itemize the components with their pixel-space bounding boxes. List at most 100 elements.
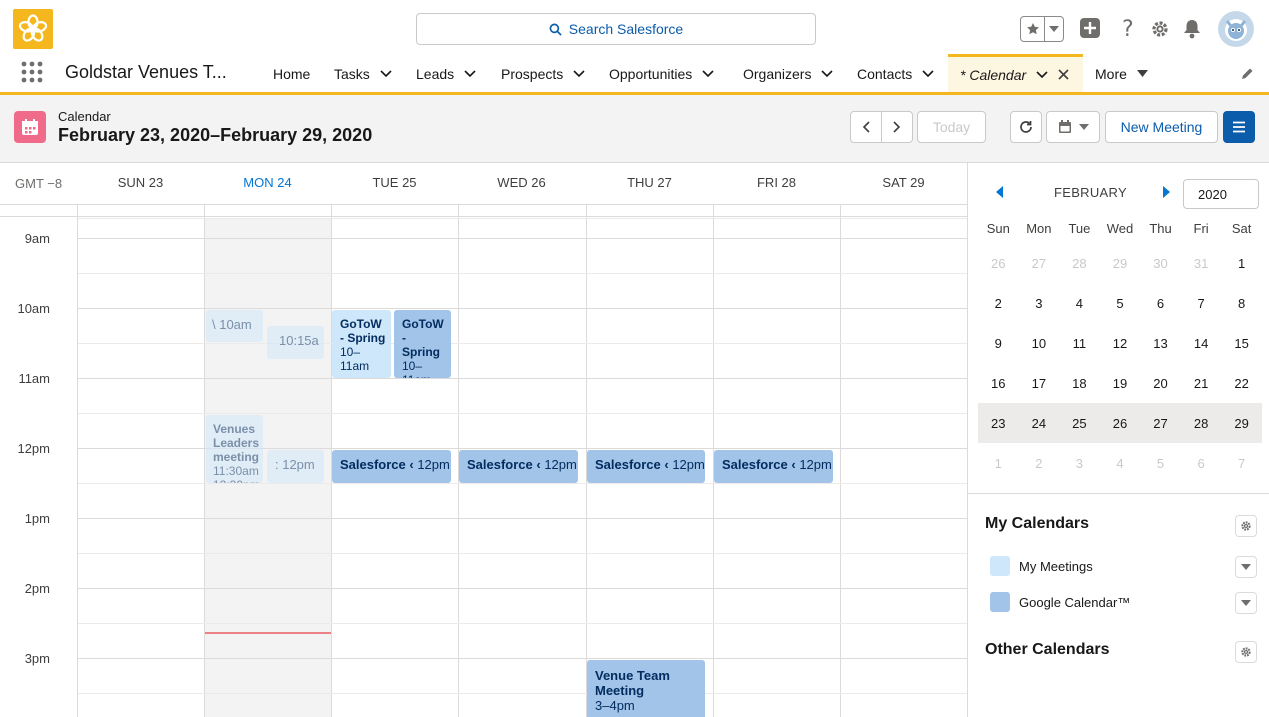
calendar-list-item[interactable]: Google Calendar™ — [990, 592, 1130, 612]
chevron-down-icon[interactable] — [1036, 70, 1048, 79]
gear-icon[interactable] — [1150, 19, 1170, 44]
calendar-event[interactable]: Salesforce ‹ 12pm — [587, 450, 705, 483]
app-launcher-icon[interactable] — [21, 61, 43, 83]
mini-day[interactable]: 26 — [1100, 403, 1141, 443]
mini-day[interactable]: 2 — [978, 283, 1019, 323]
mini-day[interactable]: 18 — [1059, 363, 1100, 403]
mini-day[interactable]: 2 — [1019, 443, 1060, 483]
mini-day[interactable]: 4 — [1100, 443, 1141, 483]
my-calendars-settings-button[interactable] — [1235, 515, 1257, 537]
nav-item-leads[interactable]: Leads — [416, 55, 476, 92]
edit-nav-pencil-icon[interactable] — [1240, 67, 1254, 86]
mini-day[interactable]: 28 — [1059, 243, 1100, 283]
mini-day[interactable]: 6 — [1181, 443, 1222, 483]
mini-day[interactable]: 15 — [1221, 323, 1262, 363]
mini-calendar-year-select[interactable]: 2020 — [1183, 179, 1259, 209]
help-icon[interactable]: ? — [1118, 17, 1138, 44]
mini-day[interactable]: 3 — [1059, 443, 1100, 483]
mini-day[interactable]: 23 — [978, 403, 1019, 443]
mini-day[interactable]: 28 — [1181, 403, 1222, 443]
mini-day[interactable]: 5 — [1100, 283, 1141, 323]
chevron-down-icon[interactable] — [464, 69, 476, 78]
mini-day[interactable]: 5 — [1140, 443, 1181, 483]
all-day-row[interactable] — [0, 205, 967, 217]
calendar-event[interactable]: Salesforce ‹ 12pm — [714, 450, 833, 483]
mini-day[interactable]: 11 — [1059, 323, 1100, 363]
mini-day[interactable]: 29 — [1100, 243, 1141, 283]
chevron-down-icon[interactable] — [702, 69, 714, 78]
chevron-down-icon[interactable] — [1136, 70, 1148, 77]
nav-item-more[interactable]: More — [1095, 55, 1148, 92]
mini-day[interactable]: 3 — [1019, 283, 1060, 323]
nav-item-home[interactable]: Home — [273, 55, 310, 92]
mini-day[interactable]: 12 — [1100, 323, 1141, 363]
calendar-event[interactable]: \ 10am — [206, 310, 263, 342]
mini-day[interactable]: 17 — [1019, 363, 1060, 403]
mini-day[interactable]: 29 — [1221, 403, 1262, 443]
other-calendars-settings-button[interactable] — [1235, 641, 1257, 663]
calendar-event[interactable]: Venue Team Meeting 3–4pm — [587, 660, 705, 717]
calendar-event[interactable]: 10:15a — [267, 326, 324, 359]
mini-day[interactable]: 1 — [978, 443, 1019, 483]
previous-week-button[interactable] — [850, 111, 882, 143]
mini-day[interactable]: 8 — [1221, 283, 1262, 323]
calendar-event[interactable]: GoToW - Spring10–11am — [332, 310, 391, 378]
mini-day[interactable]: 22 — [1221, 363, 1262, 403]
mini-day[interactable]: 6 — [1140, 283, 1181, 323]
close-tab-icon[interactable] — [1058, 69, 1069, 80]
star-icon[interactable] — [1021, 17, 1045, 41]
mini-day[interactable]: 25 — [1059, 403, 1100, 443]
calendar-view-switcher[interactable] — [1046, 111, 1100, 143]
favorites-button[interactable] — [1020, 16, 1064, 42]
new-meeting-button[interactable]: New Meeting — [1105, 111, 1218, 143]
nav-item-calendar[interactable]: * Calendar — [948, 54, 1083, 92]
next-week-button[interactable] — [881, 111, 913, 143]
org-logo[interactable] — [13, 9, 53, 49]
mini-day[interactable]: 20 — [1140, 363, 1181, 403]
nav-item-contacts[interactable]: Contacts — [857, 55, 934, 92]
chevron-down-icon[interactable] — [821, 69, 834, 78]
chevron-down-icon[interactable] — [1045, 17, 1063, 41]
mini-day[interactable]: 31 — [1181, 243, 1222, 283]
mini-day[interactable]: 7 — [1221, 443, 1262, 483]
mini-day[interactable]: 14 — [1181, 323, 1222, 363]
mini-day[interactable]: 16 — [978, 363, 1019, 403]
mini-day[interactable]: 30 — [1140, 243, 1181, 283]
mini-day[interactable]: 9 — [978, 323, 1019, 363]
nav-item-prospects[interactable]: Prospects — [501, 55, 585, 92]
previous-month-icon[interactable] — [996, 185, 1004, 203]
calendar-event[interactable]: : 12pm — [267, 450, 324, 483]
toggle-sidebar-button[interactable] — [1223, 111, 1255, 143]
notification-bell-icon[interactable] — [1183, 19, 1201, 44]
calendar-event[interactable]: Salesforce ‹ 12pm — [332, 450, 451, 483]
calendar-options-button[interactable] — [1235, 556, 1257, 578]
nav-item-tasks[interactable]: Tasks — [334, 55, 392, 92]
mini-day[interactable]: 4 — [1059, 283, 1100, 323]
mini-day[interactable]: 19 — [1100, 363, 1141, 403]
nav-item-organizers[interactable]: Organizers — [743, 55, 834, 92]
user-avatar[interactable] — [1218, 11, 1254, 47]
mini-day[interactable]: 27 — [1140, 403, 1181, 443]
calendar-event[interactable]: Salesforce ‹ 12pm — [459, 450, 578, 483]
mini-day[interactable]: 26 — [978, 243, 1019, 283]
calendar-options-button[interactable] — [1235, 592, 1257, 614]
chevron-down-icon[interactable] — [922, 69, 934, 78]
mini-day[interactable]: 27 — [1019, 243, 1060, 283]
mini-day[interactable]: 24 — [1019, 403, 1060, 443]
mini-day[interactable]: 1 — [1221, 243, 1262, 283]
calendar-event[interactable]: GoToW - Spring10–11am — [394, 310, 451, 378]
today-button[interactable]: Today — [917, 111, 986, 143]
next-month-icon[interactable] — [1163, 185, 1171, 203]
calendar-list-item[interactable]: My Meetings — [990, 556, 1093, 576]
mini-day[interactable]: 10 — [1019, 323, 1060, 363]
add-icon[interactable] — [1079, 17, 1101, 44]
refresh-button[interactable] — [1010, 111, 1042, 143]
global-search-button[interactable]: Search Salesforce — [416, 13, 816, 45]
mini-day[interactable]: 13 — [1140, 323, 1181, 363]
mini-day[interactable]: 7 — [1181, 283, 1222, 323]
nav-item-opportunities[interactable]: Opportunities — [609, 55, 714, 92]
chevron-down-icon[interactable] — [573, 69, 585, 78]
chevron-down-icon[interactable] — [380, 69, 392, 78]
calendar-event[interactable]: Venues Leaders meeting11:30am 12:30pm — [206, 415, 263, 483]
mini-day[interactable]: 21 — [1181, 363, 1222, 403]
